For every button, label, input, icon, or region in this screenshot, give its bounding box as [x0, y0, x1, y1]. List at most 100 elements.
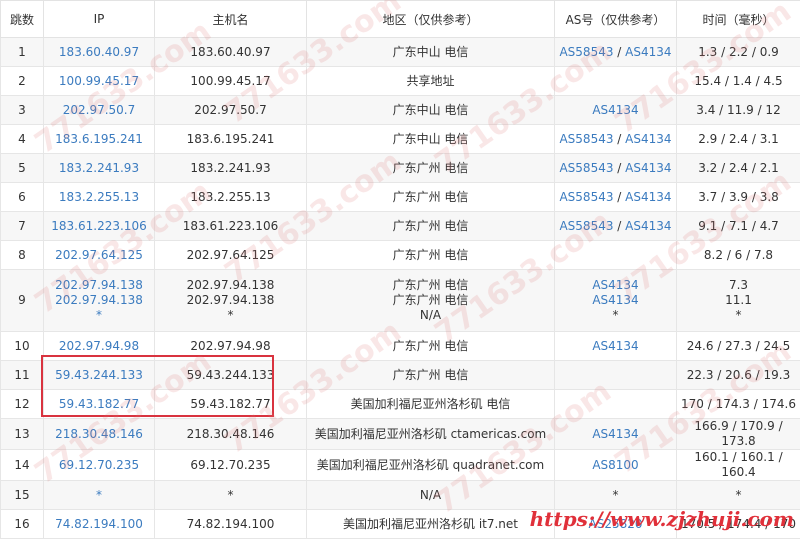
latency-cell: 8.2 / 6 / 7.8: [677, 241, 800, 270]
asn-link[interactable]: AS58543: [559, 219, 613, 233]
hostname: 59.43.244.133: [155, 368, 306, 383]
asn-cell: *: [555, 481, 677, 510]
ip-link-cell: 183.6.195.241: [44, 125, 155, 154]
region-cell: 广东广州 电信: [307, 154, 555, 183]
ip-link[interactable]: 183.61.223.106: [44, 219, 154, 234]
asn-separator: /: [613, 45, 625, 59]
asn-link[interactable]: AS8100: [592, 458, 638, 472]
region-cell: 美国加利福尼亚州洛杉矶 电信: [307, 390, 555, 419]
latency: *: [677, 488, 800, 503]
hostname: 183.61.223.106: [155, 219, 306, 234]
latency-cell: 15.4 / 1.4 / 4.5: [677, 67, 800, 96]
asn-separator: /: [613, 132, 625, 146]
asn-link[interactable]: AS4134: [625, 190, 671, 204]
ip-link[interactable]: 100.99.45.17: [44, 74, 154, 89]
asn-line: AS4134: [555, 293, 676, 308]
hostname-cell: 183.2.255.13: [155, 183, 307, 212]
ip-link[interactable]: 183.60.40.97: [44, 45, 154, 60]
ip-link[interactable]: 202.97.94.138: [44, 293, 154, 308]
hop-cell: 3: [1, 96, 44, 125]
ip-link[interactable]: 69.12.70.235: [44, 458, 154, 473]
hostname-cell: 218.30.48.146: [155, 419, 307, 450]
hop-cell: 16: [1, 510, 44, 539]
asn-link[interactable]: AS4134: [625, 45, 671, 59]
ip-link-cell: 100.99.45.17: [44, 67, 155, 96]
hostname: 218.30.48.146: [155, 427, 306, 442]
region: 广东中山 电信: [307, 45, 554, 60]
table-row: 1674.82.194.10074.82.194.100美国加利福尼亚州洛杉矶 …: [1, 510, 800, 539]
region: 美国加利福尼亚州洛杉矶 quadranet.com: [307, 458, 554, 473]
region-cell: N/A: [307, 481, 555, 510]
ip-link[interactable]: 183.6.195.241: [44, 132, 154, 147]
asn-link[interactable]: AS4134: [592, 278, 638, 292]
latency-cell: 22.3 / 20.6 / 19.3: [677, 361, 800, 390]
ip-link[interactable]: 218.30.48.146: [44, 427, 154, 442]
latency: 170 / 174.3 / 174.6: [677, 397, 800, 412]
region: 美国加利福尼亚州洛杉矶 it7.net: [307, 517, 554, 532]
region: 美国加利福尼亚州洛杉矶 ctamericas.com: [307, 427, 554, 442]
ip-link[interactable]: 202.97.94.98: [44, 339, 154, 354]
hop-cell: 8: [1, 241, 44, 270]
ip-link[interactable]: 183.2.241.93: [44, 161, 154, 176]
latency: 7.3: [677, 278, 800, 293]
asn-link[interactable]: AS4134: [625, 132, 671, 146]
region-cell: 美国加利福尼亚州洛杉矶 it7.net: [307, 510, 555, 539]
asn-cell: [555, 390, 677, 419]
region-cell: 广东中山 电信: [307, 96, 555, 125]
ip-link[interactable]: 59.43.182.77: [44, 397, 154, 412]
hostname-cell: 183.2.241.93: [155, 154, 307, 183]
asn-link[interactable]: AS4134: [625, 161, 671, 175]
region-cell: 广东中山 电信: [307, 125, 555, 154]
region: 广东广州 电信: [307, 161, 554, 176]
table-row: 3202.97.50.7202.97.50.7广东中山 电信AS41343.4 …: [1, 96, 800, 125]
latency: 22.3 / 20.6 / 19.3: [677, 368, 800, 383]
region-cell: 广东广州 电信: [307, 332, 555, 361]
hop-cell: 5: [1, 154, 44, 183]
table-row: 10202.97.94.98202.97.94.98广东广州 电信AS41342…: [1, 332, 800, 361]
ip-link[interactable]: 202.97.50.7: [44, 103, 154, 118]
ip-link-cell: 59.43.244.133: [44, 361, 155, 390]
hop-cell: 15: [1, 481, 44, 510]
ip-link[interactable]: 59.43.244.133: [44, 368, 154, 383]
region: N/A: [307, 308, 554, 323]
asn-cell: AS58543 / AS4134: [555, 212, 677, 241]
latency-cell: 170.5 / 174.4 / 170: [677, 510, 800, 539]
latency: 1.3 / 2.2 / 0.9: [677, 45, 800, 60]
asn-separator: /: [613, 219, 625, 233]
asn-line: [555, 248, 676, 263]
region: 美国加利福尼亚州洛杉矶 电信: [307, 397, 554, 412]
latency-cell: 160.1 / 160.1 / 160.4: [677, 450, 800, 481]
ip-link-cell: 74.82.194.100: [44, 510, 155, 539]
region: 广东广州 电信: [307, 339, 554, 354]
ip-link-cell: 183.2.255.13: [44, 183, 155, 212]
hop-cell: 13: [1, 419, 44, 450]
asn-link[interactable]: AS58543: [559, 132, 613, 146]
asn-link[interactable]: AS58543: [559, 161, 613, 175]
table-row: 5183.2.241.93183.2.241.93广东广州 电信AS58543 …: [1, 154, 800, 183]
table-row: 1159.43.244.13359.43.244.133广东广州 电信 22.3…: [1, 361, 800, 390]
table-row: 1259.43.182.7759.43.182.77美国加利福尼亚州洛杉矶 电信…: [1, 390, 800, 419]
hostname-cell: 183.6.195.241: [155, 125, 307, 154]
table-row: 8202.97.64.125202.97.64.125广东广州 电信 8.2 /…: [1, 241, 800, 270]
ip-link[interactable]: 202.97.64.125: [44, 248, 154, 263]
asn-link[interactable]: AS4134: [592, 103, 638, 117]
asn-cell: AS58543 / AS4134: [555, 125, 677, 154]
asn-link[interactable]: AS25820: [589, 517, 643, 531]
asn-cell: AS8100: [555, 450, 677, 481]
asn-link[interactable]: AS4134: [592, 293, 638, 307]
region: 广东中山 电信: [307, 103, 554, 118]
latency: 3.4 / 11.9 / 12: [677, 103, 800, 118]
asn-link[interactable]: AS58543: [559, 190, 613, 204]
latency-cell: 24.6 / 27.3 / 24.5: [677, 332, 800, 361]
asn-link[interactable]: AS58543: [559, 45, 613, 59]
region: 广东广州 电信: [307, 248, 554, 263]
ip-link[interactable]: 74.82.194.100: [44, 517, 154, 532]
ip-link[interactable]: 202.97.94.138: [44, 278, 154, 293]
asn-link[interactable]: AS4134: [625, 219, 671, 233]
latency-cell: 170 / 174.3 / 174.6: [677, 390, 800, 419]
ip-link[interactable]: 183.2.255.13: [44, 190, 154, 205]
asn-link[interactable]: AS4134: [592, 339, 638, 353]
asn-link[interactable]: AS4134: [592, 427, 638, 441]
asn-cell: AS4134AS4134*: [555, 270, 677, 332]
ip-link-cell: 202.97.50.7: [44, 96, 155, 125]
